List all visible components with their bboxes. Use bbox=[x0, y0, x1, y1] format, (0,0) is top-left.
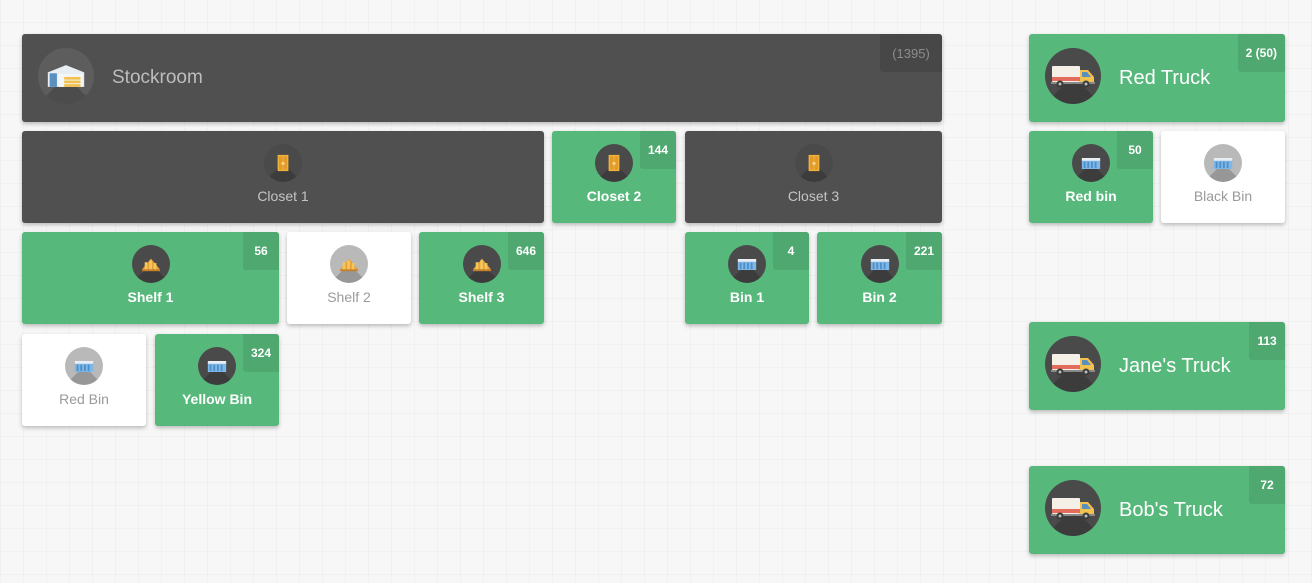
stockroom-label: Stockroom bbox=[112, 67, 203, 88]
bin-icon bbox=[198, 347, 236, 385]
red-bin-label: Red Bin bbox=[59, 391, 109, 407]
janes-truck-count-badge: 113 bbox=[1249, 322, 1285, 360]
red-truck-count-badge: 2 (50) bbox=[1237, 34, 1285, 72]
closet-icon bbox=[794, 144, 833, 182]
bobs-truck-count-badge: 72 bbox=[1249, 466, 1285, 504]
red-bin-tile[interactable]: Red Bin bbox=[22, 334, 146, 426]
shelf-1-tile[interactable]: Shelf 1 56 bbox=[22, 232, 279, 324]
closet-3-label: Closet 3 bbox=[787, 188, 840, 204]
red-bin-truck-label: Red bin bbox=[1065, 188, 1117, 204]
truck-icon bbox=[1045, 336, 1101, 392]
janes-truck-label: Jane's Truck bbox=[1119, 354, 1231, 377]
bin-1-count-badge: 4 bbox=[773, 232, 809, 270]
stockroom-count-badge: (1395) bbox=[880, 34, 942, 72]
black-bin-label: Black Bin bbox=[1193, 188, 1253, 204]
bin-icon bbox=[65, 347, 103, 385]
closet-2-label: Closet 2 bbox=[586, 188, 642, 204]
bin-icon bbox=[1072, 144, 1110, 182]
red-bin-truck-count-badge: 50 bbox=[1117, 131, 1153, 169]
bin-2-tile[interactable]: Bin 2 221 bbox=[817, 232, 942, 324]
black-bin-tile[interactable]: Black Bin bbox=[1161, 131, 1285, 223]
bobs-truck-tile[interactable]: Bob's Truck 72 bbox=[1029, 466, 1285, 554]
yellow-bin-tile[interactable]: Yellow Bin 324 bbox=[155, 334, 279, 426]
shelf-3-label: Shelf 3 bbox=[458, 289, 505, 305]
closet-2-count-badge: 144 bbox=[639, 131, 676, 169]
bin-icon bbox=[728, 245, 766, 283]
bin-2-label: Bin 2 bbox=[862, 289, 897, 305]
closet-1-tile[interactable]: Closet 1 bbox=[22, 131, 544, 223]
shelf-icon bbox=[462, 245, 501, 283]
warehouse-icon bbox=[38, 48, 94, 104]
shelf-3-tile[interactable]: Shelf 3 646 bbox=[419, 232, 544, 324]
shelf-icon bbox=[131, 245, 170, 283]
shelf-icon bbox=[330, 245, 368, 283]
truck-icon bbox=[1045, 480, 1101, 536]
truck-icon bbox=[1045, 48, 1101, 104]
janes-truck-tile[interactable]: Jane's Truck 113 bbox=[1029, 322, 1285, 410]
shelf-2-label: Shelf 2 bbox=[327, 289, 371, 305]
closet-3-tile[interactable]: Closet 3 bbox=[685, 131, 942, 223]
shelf-3-count-badge: 646 bbox=[507, 232, 544, 270]
closet-2-tile[interactable]: Closet 2 144 bbox=[552, 131, 676, 223]
red-truck-label: Red Truck bbox=[1119, 66, 1211, 89]
shelf-1-label: Shelf 1 bbox=[127, 289, 174, 305]
closet-icon bbox=[595, 144, 633, 182]
stockroom-tile[interactable]: Stockroom (1395) bbox=[22, 34, 942, 122]
bin-icon bbox=[1204, 144, 1242, 182]
bin-icon bbox=[860, 245, 899, 283]
red-truck-tile[interactable]: Red Truck 2 (50) bbox=[1029, 34, 1285, 122]
red-bin-truck-tile[interactable]: Red bin 50 bbox=[1029, 131, 1153, 223]
closet-1-label: Closet 1 bbox=[257, 188, 309, 204]
bin-1-tile[interactable]: Bin 1 4 bbox=[685, 232, 809, 324]
bobs-truck-label: Bob's Truck bbox=[1119, 498, 1223, 521]
yellow-bin-count-badge: 324 bbox=[242, 334, 279, 372]
bin-2-count-badge: 221 bbox=[905, 232, 942, 270]
yellow-bin-label: Yellow Bin bbox=[181, 391, 252, 407]
bin-1-label: Bin 1 bbox=[729, 289, 765, 305]
shelf-2-tile[interactable]: Shelf 2 bbox=[287, 232, 411, 324]
closet-icon bbox=[264, 144, 302, 182]
shelf-1-count-badge: 56 bbox=[243, 232, 279, 270]
